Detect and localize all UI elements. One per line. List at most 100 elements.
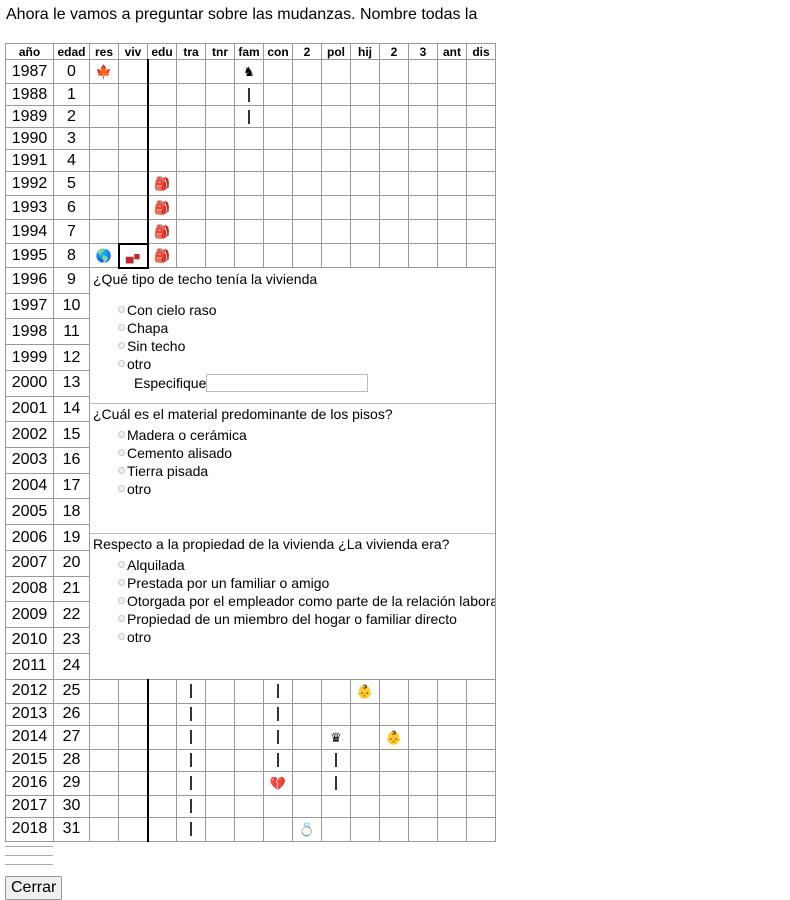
event-cell-pol[interactable] <box>321 105 351 128</box>
event-cell-res[interactable] <box>89 127 119 150</box>
event-cell-fam[interactable] <box>234 702 264 726</box>
event-cell-tnr[interactable] <box>205 816 235 842</box>
event-cell-h3[interactable] <box>408 702 438 726</box>
event-cell-edu[interactable] <box>146 149 177 172</box>
event-cell-h3[interactable] <box>408 243 438 268</box>
event-cell-viv[interactable] <box>118 219 148 244</box>
event-cell-tra[interactable] <box>176 105 206 128</box>
event-cell-c2[interactable] <box>292 83 322 106</box>
event-cell-ant[interactable] <box>437 702 467 726</box>
event-cell-c2[interactable]: 💍 <box>292 816 322 842</box>
event-cell-h3[interactable] <box>408 219 438 244</box>
event-cell-res[interactable] <box>89 105 119 128</box>
event-cell-edu[interactable] <box>146 59 177 84</box>
event-cell-viv[interactable] <box>118 770 148 796</box>
event-cell-fam[interactable] <box>234 816 264 842</box>
event-cell-pol[interactable]: ♛ <box>321 724 351 750</box>
event-cell-fam[interactable] <box>234 219 264 244</box>
event-cell-res[interactable] <box>89 794 119 818</box>
event-cell-h2[interactable] <box>379 83 409 106</box>
event-cell-con[interactable] <box>263 149 293 172</box>
event-cell-viv[interactable] <box>118 195 148 220</box>
radio-button[interactable] <box>118 324 125 331</box>
event-cell-c2[interactable] <box>292 770 322 796</box>
event-cell-edu[interactable] <box>146 105 177 128</box>
event-cell-viv[interactable] <box>118 171 148 196</box>
event-cell-c2[interactable] <box>292 105 322 128</box>
event-cell-res[interactable] <box>89 724 119 750</box>
event-cell-c2[interactable] <box>292 219 322 244</box>
event-cell-viv[interactable] <box>118 794 148 818</box>
event-cell-ant[interactable] <box>437 127 467 150</box>
event-cell-ant[interactable] <box>437 195 467 220</box>
event-cell-con[interactable] <box>263 724 293 750</box>
event-cell-ant[interactable] <box>437 83 467 106</box>
event-cell-viv[interactable] <box>118 59 148 84</box>
event-cell-tra[interactable] <box>176 816 206 842</box>
event-cell-res[interactable] <box>89 83 119 106</box>
event-cell-ant[interactable] <box>437 59 467 84</box>
event-cell-tra[interactable] <box>176 127 206 150</box>
event-cell-h2[interactable] <box>379 127 409 150</box>
event-cell-c2[interactable] <box>292 243 322 268</box>
event-cell-res[interactable] <box>89 149 119 172</box>
event-cell-c2[interactable] <box>292 149 322 172</box>
event-cell-tnr[interactable] <box>205 127 235 150</box>
event-cell-hij[interactable] <box>350 724 380 750</box>
event-cell-dis[interactable] <box>466 724 496 750</box>
event-cell-h2[interactable] <box>379 105 409 128</box>
event-cell-edu[interactable] <box>146 678 177 704</box>
radio-option[interactable]: Madera o cerámica <box>118 427 247 443</box>
event-cell-c2[interactable] <box>292 702 322 726</box>
event-cell-con[interactable] <box>263 702 293 726</box>
event-cell-tra[interactable] <box>176 59 206 84</box>
event-cell-res[interactable] <box>89 219 119 244</box>
event-cell-tra[interactable] <box>176 770 206 796</box>
event-cell-tnr[interactable] <box>205 83 235 106</box>
event-cell-tnr[interactable] <box>205 171 235 196</box>
radio-option[interactable]: Propiedad de un miembro del hogar o fami… <box>118 611 457 627</box>
event-cell-con[interactable] <box>263 816 293 842</box>
event-cell-h2[interactable] <box>379 678 409 704</box>
event-cell-edu[interactable] <box>146 127 177 150</box>
event-cell-res[interactable] <box>89 171 119 196</box>
event-cell-con[interactable] <box>263 794 293 818</box>
event-cell-h2[interactable] <box>379 816 409 842</box>
event-cell-tnr[interactable] <box>205 748 235 772</box>
radio-button[interactable] <box>118 485 125 492</box>
radio-button[interactable] <box>118 449 125 456</box>
event-cell-dis[interactable] <box>466 748 496 772</box>
event-cell-dis[interactable] <box>466 83 496 106</box>
event-cell-h3[interactable] <box>408 83 438 106</box>
radio-option[interactable]: Prestada por un familiar o amigo <box>118 575 329 591</box>
event-cell-hij[interactable] <box>350 816 380 842</box>
event-cell-edu[interactable] <box>146 816 177 842</box>
event-cell-hij[interactable]: 👶 <box>350 678 380 704</box>
event-cell-c2[interactable] <box>292 195 322 220</box>
radio-button[interactable] <box>118 561 125 568</box>
event-cell-h2[interactable] <box>379 171 409 196</box>
radio-option[interactable]: Sin techo <box>118 338 185 354</box>
radio-button[interactable] <box>118 597 125 604</box>
event-cell-ant[interactable] <box>437 816 467 842</box>
event-cell-h2[interactable] <box>379 195 409 220</box>
event-cell-pol[interactable] <box>321 816 351 842</box>
event-cell-c2[interactable] <box>292 794 322 818</box>
event-cell-tnr[interactable] <box>205 195 235 220</box>
event-cell-pol[interactable] <box>321 748 351 772</box>
event-cell-pol[interactable] <box>321 794 351 818</box>
event-cell-dis[interactable] <box>466 794 496 818</box>
radio-option[interactable]: Tierra pisada <box>118 463 208 479</box>
event-cell-ant[interactable] <box>437 243 467 268</box>
event-cell-h3[interactable] <box>408 724 438 750</box>
event-cell-res[interactable] <box>89 770 119 796</box>
event-cell-dis[interactable] <box>466 127 496 150</box>
event-cell-edu[interactable]: 🎒 <box>146 195 177 220</box>
event-cell-con[interactable] <box>263 748 293 772</box>
close-button[interactable]: Cerrar <box>5 876 63 900</box>
event-cell-c2[interactable] <box>292 127 322 150</box>
event-cell-edu[interactable] <box>146 702 177 726</box>
event-cell-h2[interactable] <box>379 59 409 84</box>
event-cell-fam[interactable] <box>234 794 264 818</box>
radio-option[interactable]: otro <box>118 629 151 645</box>
